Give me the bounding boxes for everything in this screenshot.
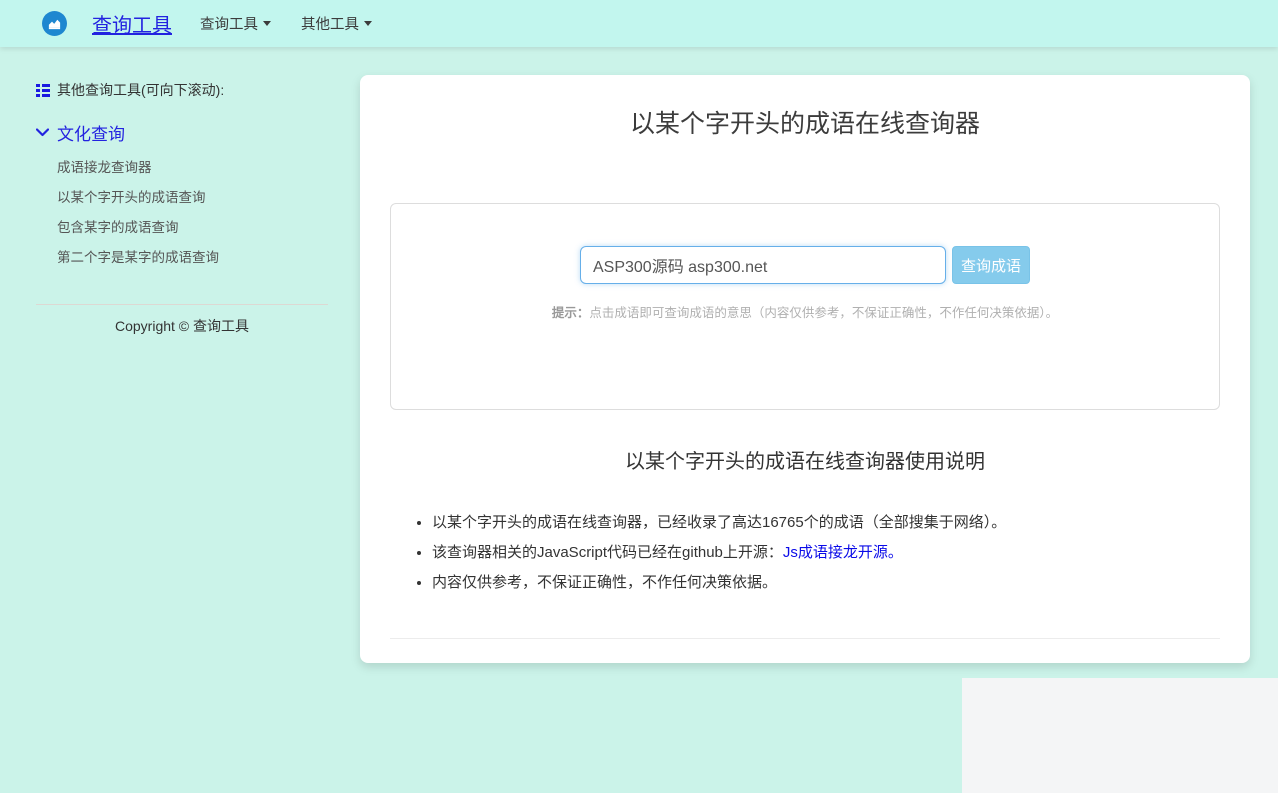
copyright-text: Copyright © 查询工具 [36,316,328,336]
usage-bullet-2-prefix: 该查询器相关的JavaScript代码已经在github上开源： [432,544,783,561]
hint-text: 点击成语即可查询成语的意思（内容仅供参考，不保证正确性，不作任何决策依据）。 [589,306,1058,320]
sidebar-header: 其他查询工具(可向下滚动): [36,80,328,100]
github-opensource-link[interactable]: Js成语接龙开源 [783,544,888,561]
sidebar-tool-list: 成语接龙查询器 以某个字开头的成语查询 包含某字的成语查询 第二个字是某字的成语… [36,153,328,273]
usage-bullet-1: 以某个字开头的成语在线查询器，已经收录了高达16765个的成语（全部搜集于网络）… [432,514,1220,532]
nav-dropdown-other-tools-label: 其他工具 [301,13,359,34]
idiom-search-input[interactable] [580,246,946,284]
usage-bullet-3-text: 内容仅供参考，不保证正确性，不作任何决策依据。 [432,574,777,591]
caret-down-icon [263,21,271,26]
page-title: 以某个字开头的成语在线查询器 [390,109,1220,139]
list-icon [36,84,50,97]
search-panel: 查询成语 提示：点击成语即可查询成语的意思（内容仅供参考，不保证正确性，不作任何… [390,203,1220,410]
sidebar-header-label: 其他查询工具(可向下滚动): [57,80,224,100]
hint-prefix-label: 提示： [552,306,590,320]
sidebar-item-idiom-second-char[interactable]: 第二个字是某字的成语查询 [36,243,328,273]
main-card: 以某个字开头的成语在线查询器 查询成语 提示：点击成语即可查询成语的意思（内容仅… [360,75,1250,663]
usage-bullet-3: 内容仅供参考，不保证正确性，不作任何决策依据。 [432,574,1220,592]
nav-dropdown-query-tools-label: 查询工具 [200,13,258,34]
brand-link[interactable]: 查询工具 [92,9,172,38]
sidebar-item-idiom-starting-with[interactable]: 以某个字开头的成语查询 [36,183,328,213]
sidebar-category-culture[interactable]: 文化查询 [36,120,328,145]
sidebar: 其他查询工具(可向下滚动): 文化查询 成语接龙查询器 以某个字开头的成语查询 … [36,80,328,336]
navbar: 查询工具 查询工具 其他工具 [0,0,1278,47]
usage-list: 以某个字开头的成语在线查询器，已经收录了高达16765个的成语（全部搜集于网络）… [390,514,1220,592]
sidebar-item-idiom-containing[interactable]: 包含某字的成语查询 [36,213,328,243]
sidebar-divider [36,304,328,305]
logo-chart-icon[interactable] [42,11,67,36]
nav-dropdown-query-tools[interactable]: 查询工具 [200,13,271,34]
usage-heading: 以某个字开头的成语在线查询器使用说明 [390,450,1220,474]
nav-dropdown-other-tools[interactable]: 其他工具 [301,13,372,34]
sidebar-category-label: 文化查询 [57,120,125,145]
sidebar-item-idiom-solitaire[interactable]: 成语接龙查询器 [36,153,328,183]
area-chart-glyph [47,16,62,31]
usage-bullet-2: 该查询器相关的JavaScript代码已经在github上开源：Js成语接龙开源… [432,544,1220,562]
query-idiom-button[interactable]: 查询成语 [952,246,1030,284]
usage-bullet-2-suffix: 。 [888,544,903,561]
search-hint: 提示：点击成语即可查询成语的意思（内容仅供参考，不保证正确性，不作任何决策依据）… [391,302,1219,321]
chevron-down-icon [36,128,49,137]
search-row: 查询成语 [391,246,1219,284]
usage-bullet-1-text: 以某个字开头的成语在线查询器，已经收录了高达16765个的成语（全部搜集于网络）… [432,514,1006,531]
page-content: 其他查询工具(可向下滚动): 文化查询 成语接龙查询器 以某个字开头的成语查询 … [0,47,1278,663]
card-bottom-divider [390,638,1220,639]
caret-down-icon [364,21,372,26]
embed-placeholder [962,678,1278,793]
